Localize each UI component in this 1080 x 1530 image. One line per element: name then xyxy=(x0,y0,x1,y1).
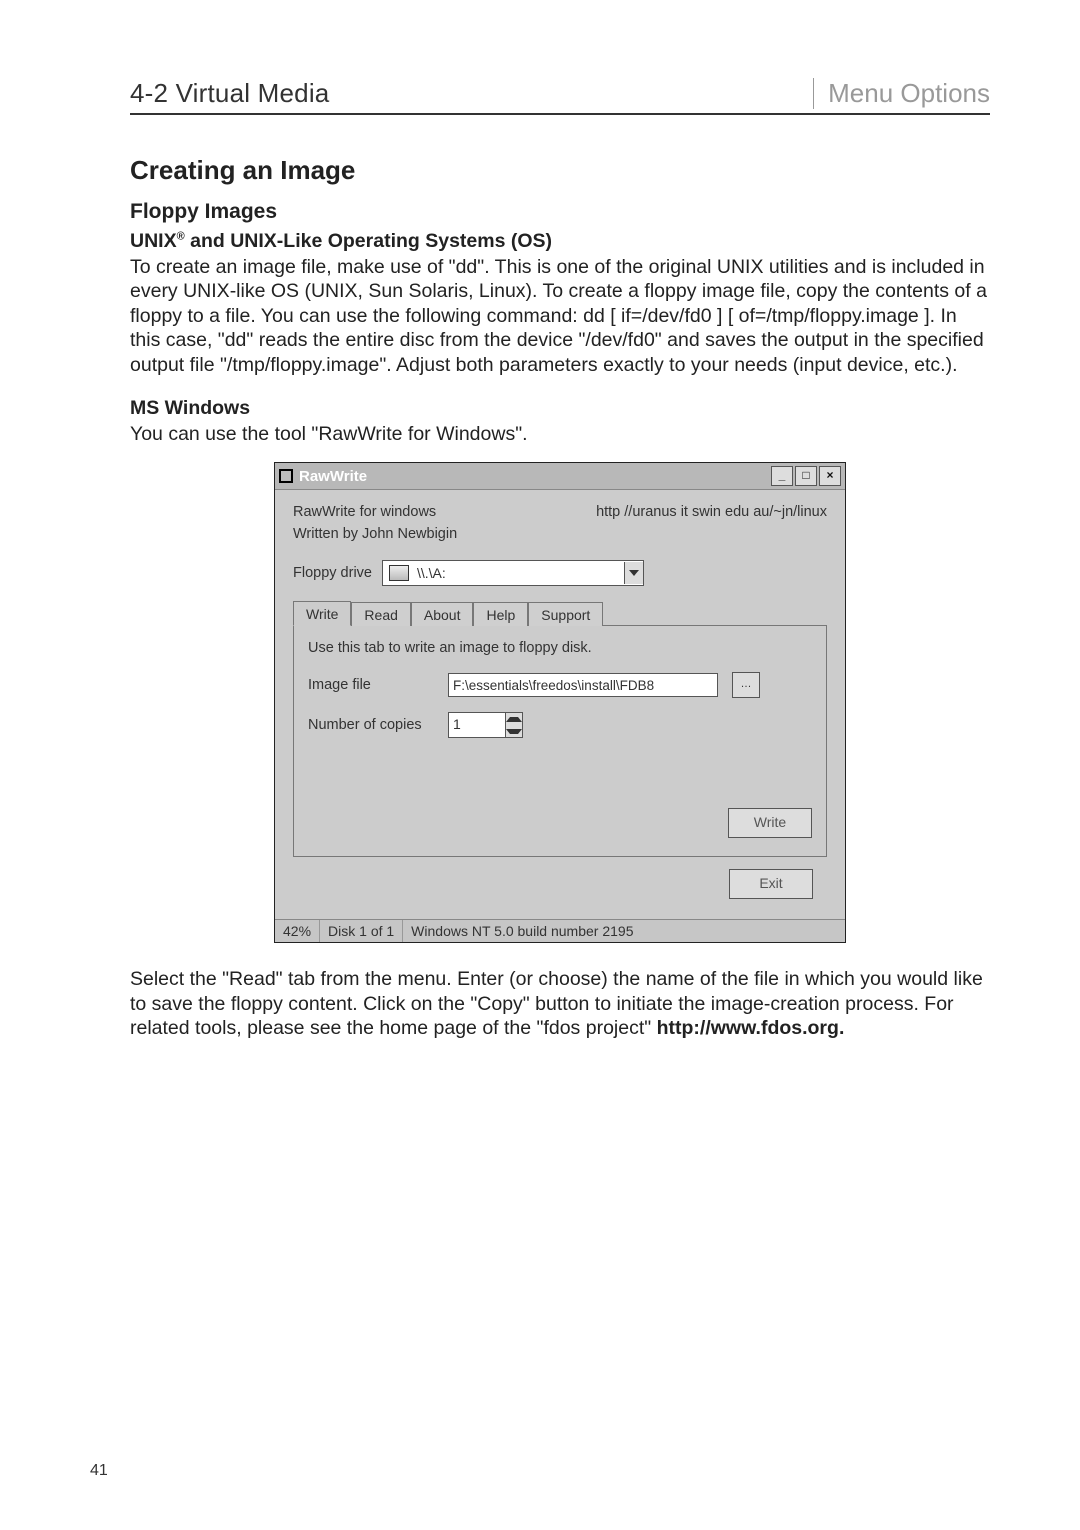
mswindows-body-text: You can use the tool "RawWrite for Windo… xyxy=(130,422,990,446)
page-number: 41 xyxy=(90,1462,108,1480)
browse-button[interactable]: … xyxy=(732,672,760,698)
image-file-label: Image file xyxy=(308,677,438,693)
tab-about[interactable]: About xyxy=(411,602,474,626)
status-bar: 42% Disk 1 of 1 Windows NT 5.0 build num… xyxy=(275,919,845,942)
header-section-title: 4-2 Virtual Media xyxy=(130,78,329,109)
stepper-down-icon[interactable] xyxy=(506,725,522,737)
app-icon xyxy=(279,469,293,483)
minimize-button[interactable]: _ xyxy=(771,466,793,486)
write-button[interactable]: Write xyxy=(728,808,812,838)
copies-label: Number of copies xyxy=(308,717,438,733)
tab-write[interactable]: Write xyxy=(293,601,351,626)
after-dot: . xyxy=(839,1017,844,1039)
image-file-input[interactable]: F:\essentials\freedos\install\FDB8 xyxy=(448,673,718,697)
after-text-body: Select the "Read" tab from the menu. Ent… xyxy=(130,968,983,1039)
close-button[interactable]: × xyxy=(819,466,841,486)
app-subtitle: RawWrite for windows xyxy=(293,504,436,520)
window-buttons: _ □ × xyxy=(771,466,841,486)
exit-button[interactable]: Exit xyxy=(729,869,813,899)
app-url: http //uranus it swin edu au/~jn/linux xyxy=(596,504,827,520)
tab-support[interactable]: Support xyxy=(528,602,603,626)
unix-heading-suffix: and UNIX-Like Operating Systems (OS) xyxy=(185,230,552,252)
tab-bar: Write Read About Help Support xyxy=(293,600,827,626)
unix-heading-prefix: UNIX xyxy=(130,230,177,252)
subsection-heading: Floppy Images xyxy=(130,200,990,224)
tab-help[interactable]: Help xyxy=(473,602,528,626)
tab-read[interactable]: Read xyxy=(351,602,410,626)
page-header: 4-2 Virtual Media Menu Options xyxy=(130,78,990,115)
app-author: Written by John Newbigin xyxy=(293,526,827,542)
tab-panel-write: Use this tab to write an image to floppy… xyxy=(293,626,827,857)
registered-mark: ® xyxy=(177,231,185,243)
mswindows-heading: MS Windows xyxy=(130,397,990,420)
copies-value[interactable]: 1 xyxy=(449,713,505,737)
fdos-link: http://www.fdos.org xyxy=(657,1017,839,1039)
floppy-drive-value: \\.\A: xyxy=(415,565,624,581)
window-title: RawWrite xyxy=(299,468,367,485)
unix-body-text: To create an image file, make use of "dd… xyxy=(130,255,990,377)
floppy-drive-label: Floppy drive xyxy=(293,565,372,581)
status-percent: 42% xyxy=(275,920,320,942)
titlebar: RawWrite _ □ × xyxy=(275,463,845,490)
rawwrite-window: RawWrite _ □ × RawWrite for windows http… xyxy=(274,462,846,943)
header-breadcrumb: Menu Options xyxy=(813,78,990,109)
status-disk: Disk 1 of 1 xyxy=(320,920,403,942)
stepper-up-icon[interactable] xyxy=(506,713,522,725)
copies-stepper[interactable]: 1 xyxy=(448,712,523,738)
tab-hint-text: Use this tab to write an image to floppy… xyxy=(308,640,812,656)
drive-icon xyxy=(389,565,409,581)
after-screenshot-text: Select the "Read" tab from the menu. Ent… xyxy=(130,967,990,1040)
maximize-button[interactable]: □ xyxy=(795,466,817,486)
floppy-drive-combo[interactable]: \\.\A: xyxy=(382,560,644,586)
section-heading: Creating an Image xyxy=(130,155,990,186)
status-os: Windows NT 5.0 build number 2195 xyxy=(403,920,845,942)
unix-heading: UNIX® and UNIX-Like Operating Systems (O… xyxy=(130,230,990,253)
chevron-down-icon[interactable] xyxy=(624,562,643,584)
